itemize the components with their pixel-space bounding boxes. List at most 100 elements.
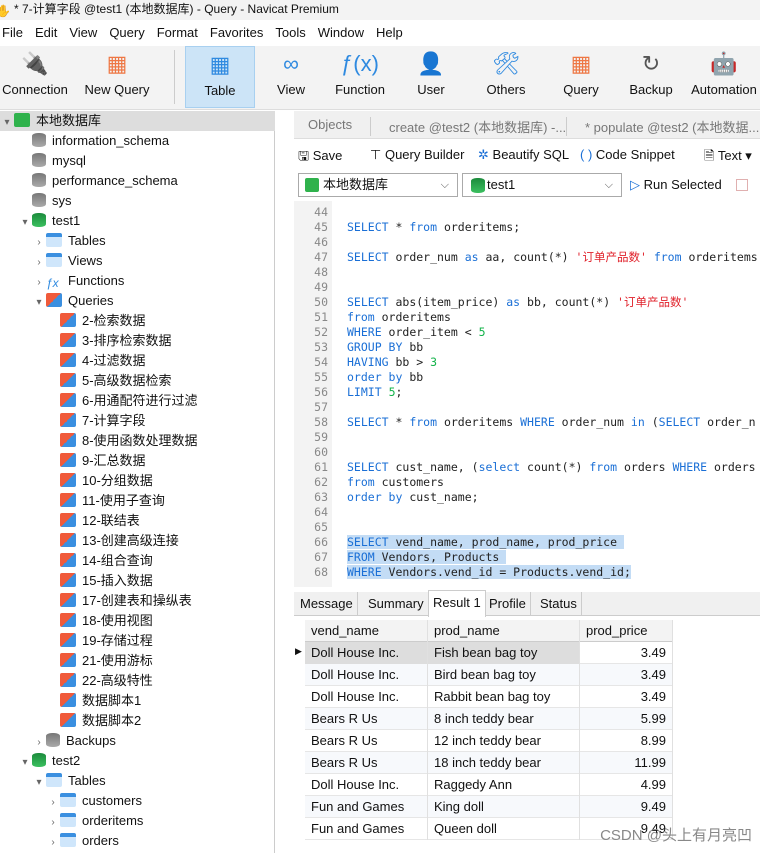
table-cell[interactable]: 4.99 [580,774,673,796]
tree-item[interactable]: › orderitems [0,811,143,831]
table-button[interactable]: ▦ Table [185,46,255,108]
expanded-arrow-icon[interactable]: ▾ [18,753,32,773]
table-cell[interactable]: Doll House Inc. [305,664,428,686]
tree-item[interactable]: 13-创建高级连接 [0,531,179,551]
column-header-vend_name[interactable]: vend_name [305,620,428,642]
expanded-arrow-icon[interactable]: ▾ [32,293,46,313]
table-cell[interactable]: 9.49 [580,796,673,818]
table-row[interactable]: Bears R Us 8 inch teddy bear 5.99 [305,708,673,730]
tree-item[interactable]: 8-使用函数处理数据 [0,431,198,451]
expanded-arrow-icon[interactable]: ▾ [32,773,46,793]
table-row[interactable]: Doll House Inc. Rabbit bean bag toy 3.49 [305,686,673,708]
table-row[interactable]: Doll House Inc. Bird bean bag toy 3.49 [305,664,673,686]
query-builder-button[interactable]: ⊤ Query Builder [370,147,464,163]
tree-item[interactable]: mysql [0,151,86,171]
query-button[interactable]: ▦ Query [548,46,614,108]
tree-item[interactable]: 数据脚本2 [0,711,141,731]
tree-item[interactable]: › Views [0,251,102,271]
table-cell[interactable]: King doll [428,796,580,818]
table-cell[interactable]: 8.99 [580,730,673,752]
tree-item[interactable]: 10-分组数据 [0,471,153,491]
collapsed-arrow-icon[interactable]: › [32,233,46,253]
collapsed-arrow-icon[interactable]: › [46,793,60,813]
menu-window[interactable]: Window [312,22,370,44]
tree-item[interactable]: 19-存储过程 [0,631,153,651]
tree-item[interactable]: 数据脚本1 [0,691,141,711]
tree-item[interactable]: 2-检索数据 [0,311,146,331]
menu-view[interactable]: View [63,22,103,44]
table-cell[interactable]: Queen doll [428,818,580,840]
tab-populate-test2[interactable]: * populate @test2 (本地数据... [566,117,759,136]
menu-query[interactable]: Query [103,22,150,44]
tree-item[interactable]: › ƒx Functions [0,271,124,291]
tree-item[interactable]: sys [0,191,72,211]
column-header-prod_price[interactable]: prod_price [580,620,673,642]
tree-item[interactable]: 4-过滤数据 [0,351,146,371]
tree-item[interactable]: 21-使用游标 [0,651,153,671]
tree-item[interactable]: 18-使用视图 [0,611,153,631]
result-tab-message[interactable]: Message [296,592,358,616]
tree-item[interactable]: ▾ Tables [0,771,106,791]
table-cell[interactable]: 18 inch teddy bear [428,752,580,774]
menu-tools[interactable]: Tools [269,22,311,44]
view-button[interactable]: ∞ View [256,46,326,108]
run-selected-button[interactable]: ▷ Run Selected [630,177,722,193]
table-cell[interactable]: 12 inch teddy bear [428,730,580,752]
expanded-arrow-icon[interactable]: ▾ [18,213,32,233]
table-cell[interactable]: Rabbit bean bag toy [428,686,580,708]
table-row[interactable]: Bears R Us 12 inch teddy bear 8.99 [305,730,673,752]
tab-objects[interactable]: Objects [308,117,352,132]
code-snippet-button[interactable]: ( ) Code Snippet [580,147,675,162]
stop-checkbox[interactable] [736,179,748,191]
tree-item[interactable]: 11-使用子查询 [0,491,165,511]
new-query-button[interactable]: ▦ New Query [78,46,156,108]
beautify-sql-button[interactable]: ✲ Beautify SQL [478,147,569,163]
menu-favorites[interactable]: Favorites [204,22,269,44]
table-cell[interactable]: Fun and Games [305,818,428,840]
automation-button[interactable]: 🤖 Automation [688,46,760,108]
table-cell[interactable]: Fish bean bag toy [428,642,580,664]
function-button[interactable]: ƒ(x) Function [325,46,395,108]
collapsed-arrow-icon[interactable]: › [32,253,46,273]
connection-button[interactable]: 🔌 Connection [0,46,70,108]
tree-item[interactable]: 7-计算字段 [0,411,146,431]
others-button[interactable]: 🛠 Others [470,46,542,108]
menu-format[interactable]: Format [151,22,204,44]
sql-editor[interactable]: 44 45 46 47 48 49 50 51 52 53 54 55 56 57 58 59 60 61 62 63… [294,201,760,587]
menu-help[interactable]: Help [370,22,409,44]
table-cell[interactable]: Bears R Us [305,752,428,774]
collapsed-arrow-icon[interactable]: › [46,833,60,853]
tree-item[interactable]: information_schema [0,131,169,151]
tree-item[interactable]: 6-用通配符进行过滤 [0,391,198,411]
table-cell[interactable]: Doll House Inc. [305,642,428,664]
tree-item[interactable]: › orders [0,831,119,851]
table-cell[interactable]: 3.49 [580,664,673,686]
table-row[interactable]: Doll House Inc. Raggedy Ann 4.99 [305,774,673,796]
backup-button[interactable]: ↻ Backup [617,46,685,108]
tree-item[interactable]: 15-插入数据 [0,571,153,591]
table-row[interactable]: Bears R Us 18 inch teddy bear 11.99 [305,752,673,774]
tree-item[interactable]: ▾ test2 [0,751,80,771]
database-select[interactable]: test1 ⌵ [462,173,622,197]
collapsed-arrow-icon[interactable]: › [46,813,60,833]
table-cell[interactable]: 3.49 [580,686,673,708]
result-tab-status[interactable]: Status [536,592,582,616]
collapsed-arrow-icon[interactable]: › [32,733,46,753]
result-tab-profile[interactable]: Profile [485,592,531,616]
tree-item[interactable]: 5-高级数据检索 [0,371,172,391]
save-button[interactable]: 🖫 Save [298,147,342,169]
tree-item[interactable]: › Tables [0,231,106,251]
expanded-arrow-icon[interactable]: ▾ [0,113,14,133]
tree-item[interactable]: › Backups [0,731,116,751]
tree-item[interactable]: 3-排序检索数据 [0,331,172,351]
table-cell[interactable]: Bears R Us [305,708,428,730]
collapsed-arrow-icon[interactable]: › [32,273,46,293]
table-cell[interactable]: Raggedy Ann [428,774,580,796]
tree-item[interactable]: 22-高级特性 [0,671,153,691]
tree-item[interactable]: 12-联结表 [0,511,140,531]
tree-item[interactable]: ▾ Queries [0,291,114,311]
table-row[interactable]: Doll House Inc. Fish bean bag toy 3.49 [305,642,673,664]
tree-item[interactable]: performance_schema [0,171,178,191]
table-cell[interactable]: 3.49 [580,642,673,664]
table-row[interactable]: Fun and Games King doll 9.49 [305,796,673,818]
